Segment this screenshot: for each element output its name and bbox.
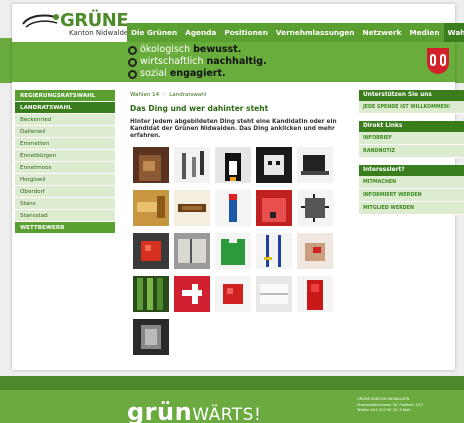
leather-goods-icon[interactable] [133,146,169,183]
slogan-light: sozial [140,68,167,79]
donate-link[interactable]: JEDE SPENDE IST WILLKOMMEN! [359,101,464,114]
interest-box: Interessiert? MITMACHEN INFORMIERT WERDE… [359,165,464,215]
main-content: Wahlen 14 › Landratswahl Das Ding und we… [130,92,350,355]
people-icon [128,69,137,79]
motor-part-icon[interactable] [133,318,169,355]
sidebar-item-hergiswil[interactable]: Hergiswil [15,174,115,186]
nav-positionen[interactable]: Positionen [220,23,272,42]
footer-address-line: Telefon 041 610 90 25, E-Mail [357,408,411,412]
mitglied-werden-link[interactable]: MITGLIED WERDEN [359,202,464,215]
wrench-icon[interactable] [174,146,210,183]
trumpet-icon[interactable] [133,189,169,226]
sidebar-item-landratswahl[interactable]: LANDRATSWAHL [15,102,115,114]
sidebar-item-stansstad[interactable]: Stansstad [15,210,115,222]
links-box: Direkt Links INFOBRIEF RANDNOTIZ [359,121,464,158]
hand-ring-icon[interactable] [297,232,333,269]
links-box-title: Direkt Links [359,121,464,132]
randnotiz-link[interactable]: RANDNOTIZ [359,145,464,158]
nav-wahlen-14[interactable]: Wahlen 14 [443,23,464,42]
intro-text: Hinter jedem abgebildeten Ding steht ein… [130,119,337,140]
sidebar-item-regierungsratswahl[interactable]: REGIERUNGSRATSWAHL [15,90,115,102]
bicycle-wheel-icon[interactable] [297,189,333,226]
sidebar-item-emmetten[interactable]: Emmetten [15,138,115,150]
nav-agenda[interactable]: Agenda [181,23,220,42]
red-dress-icon[interactable] [297,275,333,312]
slogan-bold: bewusst. [193,44,242,55]
slogan-row: ökologisch bewusst. [128,44,267,56]
slogan-list: ökologisch bewusst. wirtschaftlich nachhal… [128,44,267,80]
slogan-bold: engagiert. [169,68,226,79]
nav-netzwerk[interactable]: Netzwerk [359,23,406,42]
sidebar-item-ennetb-rgen[interactable]: Ennetbürgen [15,150,115,162]
breadcrumb-landratswahl: Landratswahl [169,92,207,98]
nav-vernehmlassungen[interactable]: Vernehmlassungen [272,23,359,42]
apple-icon[interactable] [133,232,169,269]
red-ball-icon[interactable] [215,275,251,312]
interest-box-title: Interessiert? [359,165,464,176]
footer-word-light: WÄRTS! [192,405,262,423]
page: GRÜNE Kanton Nidwalden Die Grünen Agenda… [0,0,464,423]
footer-word-bold: grün [127,398,193,423]
green-shirt-icon[interactable] [215,232,251,269]
support-box: Unterstützen Sie uns JEDE SPENDE IST WIL… [359,90,464,114]
content-sheet: GRÜNE Kanton Nidwalden Die Grünen Agenda… [12,4,464,370]
breadcrumb-wahlen-14[interactable]: Wahlen 14 [130,92,159,98]
informiert-werden-link[interactable]: INFORMIERT WERDEN [359,189,464,202]
leaf-icon [128,45,137,55]
slogan-banner: ökologisch bewusst. wirtschaftlich nachhal… [12,42,455,82]
page-title: Das Ding und wer dahinter steht [130,104,269,113]
candidate-thumbnail-grid [133,146,350,355]
slogan-row: wirtschaftlich nachhaltig. [128,56,267,68]
logo[interactable]: GRÜNE Kanton Nidwalden [20,10,133,38]
breadcrumb: Wahlen 14 › Landratswahl [130,92,350,98]
mitmachen-link[interactable]: MITMACHEN [359,176,464,189]
coin-icon [128,57,137,67]
ski-poles-icon[interactable] [256,232,292,269]
sidebar-item-ennetmoos[interactable]: Ennetmoos [15,162,115,174]
slogan-light: ökologisch [140,44,191,55]
sidebar-item-wettbewerb[interactable]: WETTBEWERB [15,222,115,234]
top-navigation: Die Grünen Agenda Positionen Vernehmlass… [127,23,464,42]
slogan-light: wirtschaftlich [140,56,204,67]
palm-leaves-icon[interactable] [133,275,169,312]
laptop-icon[interactable] [297,146,333,183]
breadcrumb-separator: › [163,92,166,98]
sidebar-item-beckenried[interactable]: Beckenried [15,114,115,126]
brand-subtitle: Kanton Nidwalden [69,29,133,37]
support-box-title: Unterstützen Sie uns [359,90,464,101]
footer-slogan: grünWÄRTS! [127,398,261,423]
infobrief-link[interactable]: INFOBRIEF [359,132,464,145]
baguette-icon[interactable] [174,189,210,226]
footer-top-band [0,376,464,390]
sidebar-item-dallenwil[interactable]: Dallenwil [15,126,115,138]
tube-icon[interactable] [215,189,251,226]
nidwalden-crest-icon [427,48,449,74]
nav-die-gruenen[interactable]: Die Grünen [127,23,181,42]
penguin-icon[interactable] [215,146,251,183]
book-pages-icon[interactable] [256,275,292,312]
swoosh-logo-icon [22,14,59,28]
brand-name: GRÜNE [60,10,129,31]
slogan-bold: nachhaltig. [206,56,267,67]
sidebar-item-stans[interactable]: Stans [15,198,115,210]
sidebar: REGIERUNGSRATSWAHL LANDRATSWAHL Beckenried… [15,90,115,234]
footer-address: GRÜNE KANTON NIDWALDEN Stansstaderstrass… [357,397,423,414]
red-bag-icon[interactable] [256,189,292,226]
sidebar-item-oberdorf[interactable]: Oberdorf [15,186,115,198]
right-column: Unterstützen Sie uns JEDE SPENDE IST WIL… [359,90,464,222]
nav-medien[interactable]: Medien [405,23,443,42]
red-arrow-sign-icon[interactable] [174,275,210,312]
slogan-row: sozial engagiert. [128,68,267,80]
book-icon[interactable] [174,232,210,269]
mask-icon[interactable] [256,146,292,183]
